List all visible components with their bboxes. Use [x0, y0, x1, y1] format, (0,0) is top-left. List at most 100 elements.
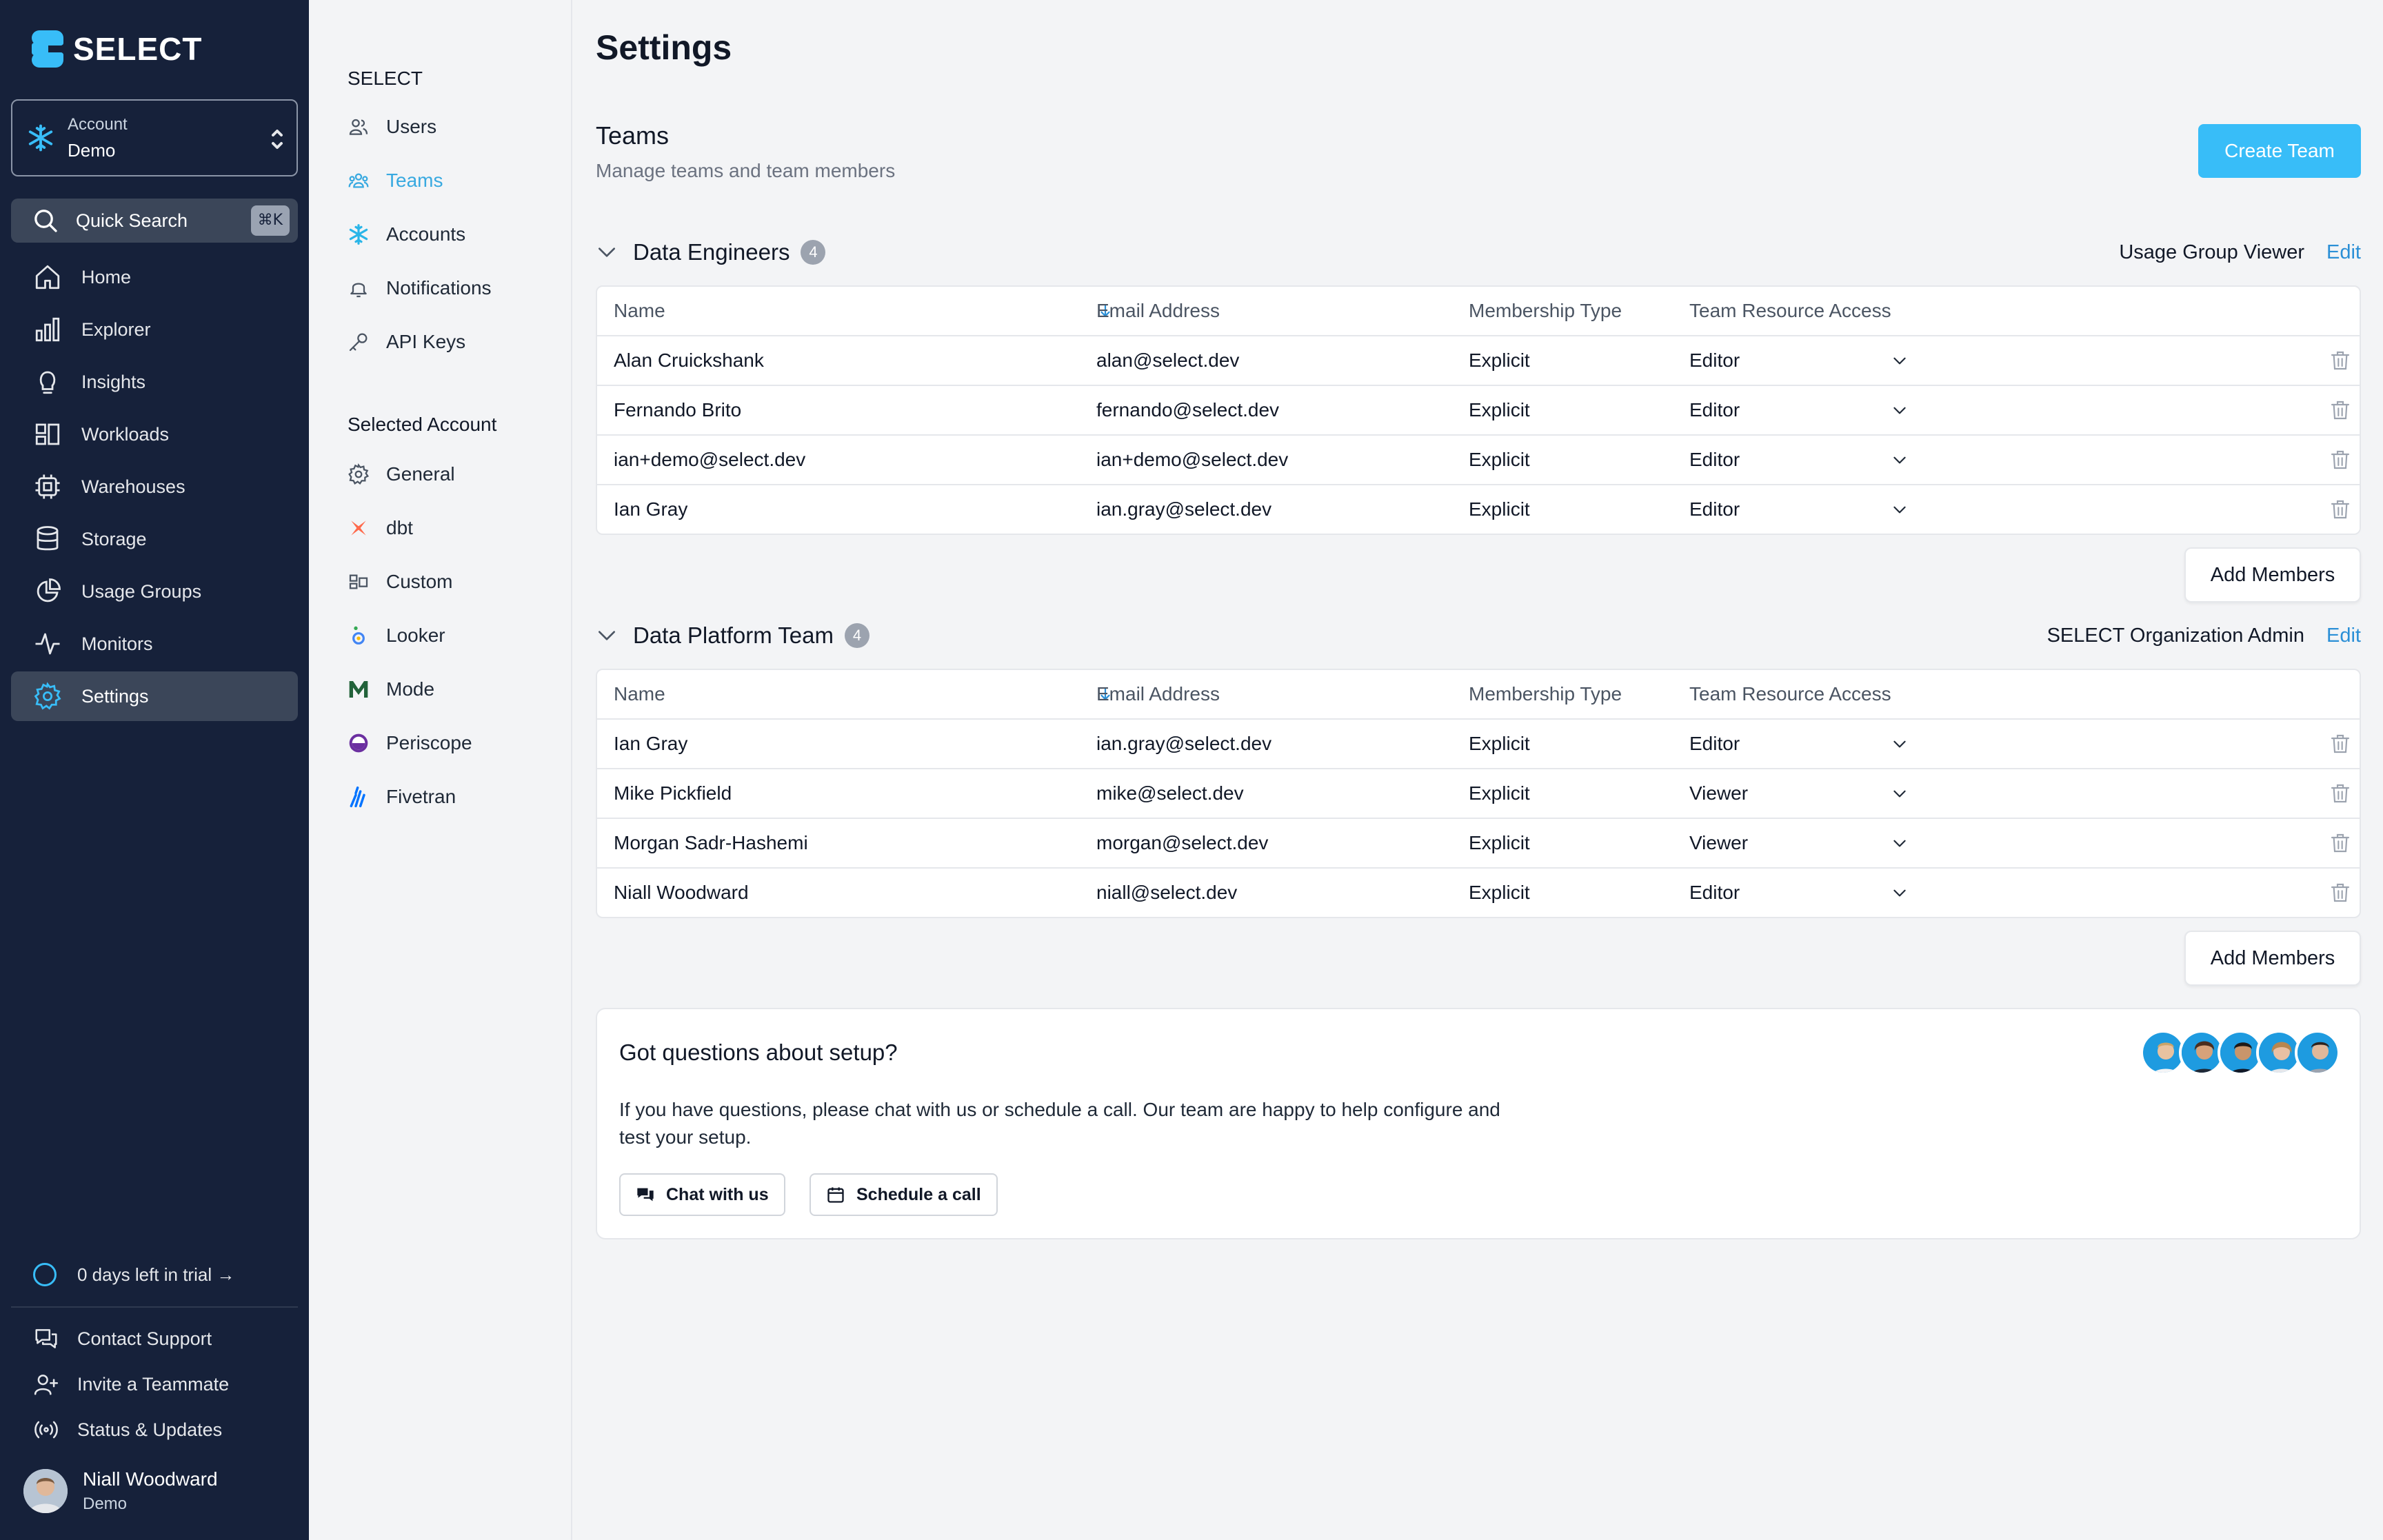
- users-icon: [349, 119, 368, 135]
- user-name: Niall Woodward: [83, 1468, 218, 1490]
- user-plus-icon: [34, 1375, 59, 1395]
- add-members-button[interactable]: Add Members: [2184, 547, 2361, 602]
- create-team-button[interactable]: Create Team: [2198, 124, 2361, 178]
- subnav-item-mode[interactable]: Mode: [348, 676, 434, 703]
- account-selector[interactable]: Account Demo: [11, 99, 298, 176]
- chevron-down-icon[interactable]: [1891, 436, 1910, 484]
- nav-label: Insights: [81, 371, 146, 392]
- subnav-item-teams[interactable]: Teams: [348, 167, 443, 194]
- subnav-item-api-keys[interactable]: API Keys: [348, 328, 465, 356]
- trash-icon[interactable]: [2329, 436, 2353, 484]
- contact-support-link[interactable]: Contact Support: [33, 1325, 295, 1352]
- user-org: Demo: [83, 1495, 128, 1513]
- nav-item-insights[interactable]: Insights: [11, 357, 298, 407]
- table-row: Morgan Sadr-Hashemi morgan@select.dev Ex…: [597, 818, 2360, 867]
- edit-team-link[interactable]: Edit: [2326, 241, 2361, 264]
- access-select[interactable]: Viewer: [1689, 819, 1748, 867]
- trash-icon[interactable]: [2329, 819, 2353, 867]
- chat-with-us-button[interactable]: Chat with us: [619, 1173, 785, 1216]
- trash-icon[interactable]: [2329, 869, 2353, 917]
- schedule-call-button[interactable]: Schedule a call: [810, 1173, 998, 1216]
- subnav-label: Teams: [386, 170, 443, 191]
- subnav-item-general[interactable]: General: [348, 460, 455, 488]
- avatar: [2295, 1030, 2340, 1075]
- subnav-item-accounts[interactable]: Accounts: [348, 221, 465, 248]
- team-name: Data Engineers: [633, 239, 790, 265]
- nav-label: Warehouses: [81, 476, 185, 497]
- lightbulb-icon: [39, 371, 56, 394]
- member-name: ian+demo@select.dev: [614, 449, 806, 470]
- keyboard-shortcut-badge: ⌘K: [250, 205, 290, 236]
- nav-item-warehouses[interactable]: Warehouses: [11, 462, 298, 511]
- quick-search-button[interactable]: Quick Search ⌘K: [11, 199, 298, 243]
- column-header-name[interactable]: Name: [614, 670, 665, 718]
- chevron-down-icon[interactable]: [1891, 819, 1910, 867]
- nav-item-settings[interactable]: Settings: [11, 671, 298, 721]
- member-email: ian.gray@select.dev: [1096, 733, 1272, 754]
- nav-item-usage-groups[interactable]: Usage Groups: [11, 567, 298, 616]
- trash-icon[interactable]: [2329, 336, 2353, 385]
- membership-type: Explicit: [1469, 449, 1530, 470]
- subnav-label: Looker: [386, 625, 445, 646]
- trash-icon[interactable]: [2329, 485, 2353, 534]
- trash-icon[interactable]: [2329, 386, 2353, 434]
- main-content: Settings Teams Manage teams and team mem…: [572, 0, 2383, 1540]
- calendar-icon: [827, 1187, 844, 1203]
- status-updates-link[interactable]: Status & Updates: [33, 1416, 295, 1443]
- nav-item-explorer[interactable]: Explorer: [11, 305, 298, 354]
- access-select[interactable]: Viewer: [1689, 769, 1748, 818]
- chevron-down-icon[interactable]: [1891, 869, 1910, 917]
- subnav-item-dbt[interactable]: dbt: [348, 514, 413, 542]
- subnav-item-notifications[interactable]: Notifications: [348, 274, 492, 302]
- trial-status-link[interactable]: 0 days left in trial →: [33, 1263, 234, 1286]
- trash-icon[interactable]: [2329, 769, 2353, 818]
- trash-icon[interactable]: [2329, 720, 2353, 768]
- chevron-down-icon[interactable]: [1891, 336, 1910, 385]
- team-role: Usage Group Viewer: [2119, 241, 2304, 263]
- access-select[interactable]: Editor: [1689, 485, 1740, 534]
- member-count-badge: 4: [801, 240, 826, 265]
- column-header-resource-access: Team Resource Access: [1689, 300, 1891, 321]
- help-description-line: If you have questions, please chat with …: [619, 1099, 1500, 1120]
- nav-item-workloads[interactable]: Workloads: [11, 409, 298, 459]
- access-select[interactable]: Editor: [1689, 436, 1740, 484]
- nav-item-storage[interactable]: Storage: [11, 514, 298, 564]
- nav-item-monitors[interactable]: Monitors: [11, 619, 298, 669]
- home-icon: [35, 265, 60, 290]
- access-select[interactable]: Editor: [1689, 386, 1740, 434]
- member-count-badge: 4: [845, 623, 870, 648]
- subnav-item-periscope[interactable]: Periscope: [348, 729, 472, 757]
- chevron-down-icon[interactable]: [596, 241, 618, 263]
- chevron-down-icon[interactable]: [1891, 769, 1910, 818]
- invite-teammate-link[interactable]: Invite a Teammate: [33, 1370, 295, 1398]
- column-header-membership-type: Membership Type: [1469, 683, 1622, 705]
- looker-icon: [352, 626, 365, 645]
- chevron-down-icon[interactable]: [596, 625, 618, 647]
- edit-team-link[interactable]: Edit: [2326, 625, 2361, 647]
- column-header-name[interactable]: Name: [614, 287, 665, 335]
- access-select[interactable]: Editor: [1689, 720, 1740, 768]
- add-members-button[interactable]: Add Members: [2184, 931, 2361, 986]
- quick-search-label: Quick Search: [76, 210, 188, 231]
- subnav-item-looker[interactable]: Looker: [348, 622, 445, 649]
- database-icon: [37, 526, 59, 551]
- subnav-item-users[interactable]: Users: [348, 113, 436, 141]
- section-subtitle: Manage teams and team members: [596, 160, 896, 181]
- chevron-down-icon[interactable]: [1891, 485, 1910, 534]
- subnav-label: Custom: [386, 571, 453, 592]
- nav-item-home[interactable]: Home: [11, 252, 298, 302]
- brand-logo[interactable]: SELECT: [32, 30, 202, 68]
- user-profile[interactable]: Niall Woodward Demo: [23, 1468, 218, 1514]
- membership-type: Explicit: [1469, 498, 1530, 520]
- contact-support-label: Contact Support: [77, 1328, 212, 1349]
- access-select[interactable]: Editor: [1689, 336, 1740, 385]
- chevron-down-icon[interactable]: [1891, 720, 1910, 768]
- table-header-row: Name Email Address Membership Type Team …: [597, 287, 2360, 335]
- subnav-item-custom[interactable]: Custom: [348, 568, 452, 596]
- access-select[interactable]: Editor: [1689, 869, 1740, 917]
- avatar: [23, 1469, 68, 1513]
- nav-label: Explorer: [81, 318, 151, 340]
- chevron-down-icon[interactable]: [1891, 386, 1910, 434]
- subnav-item-fivetran[interactable]: Fivetran: [348, 783, 456, 811]
- members-table: Name Email Address Membership Type Team …: [596, 669, 2361, 918]
